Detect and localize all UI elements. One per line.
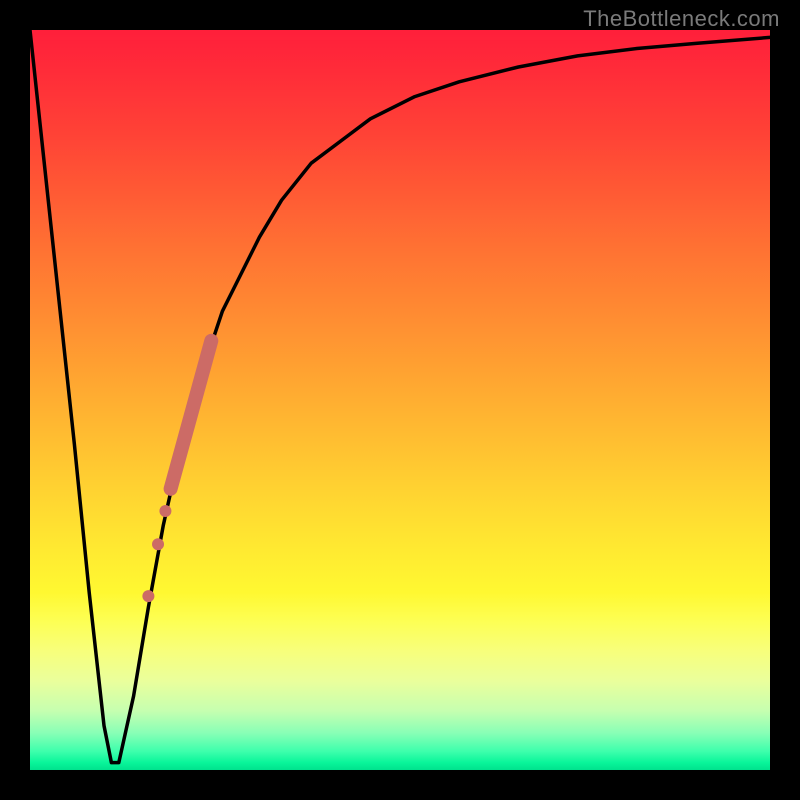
dot-2 [152,538,164,550]
chart-frame: TheBottleneck.com [0,0,800,800]
thick-segment [171,341,212,489]
chart-svg [30,30,770,770]
data-markers [142,341,211,602]
dot-3 [142,590,154,602]
bottleneck-curve [30,30,770,763]
plot-area [30,30,770,770]
dot-1 [159,505,171,517]
watermark-text: TheBottleneck.com [583,6,780,32]
curve-path [30,30,770,763]
